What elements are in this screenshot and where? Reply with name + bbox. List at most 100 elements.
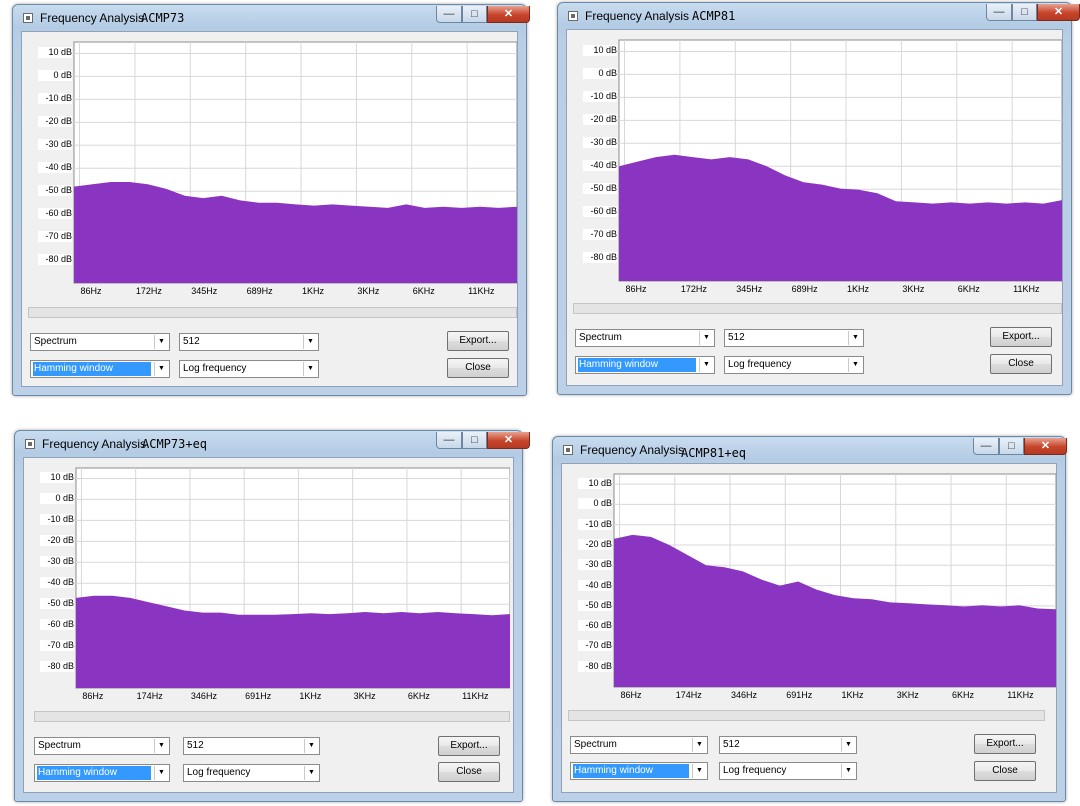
maximize-icon[interactable]: □ [1012, 4, 1037, 21]
maximize-icon[interactable]: □ [462, 432, 487, 449]
y-tick-label: 0 dB [583, 68, 617, 80]
maximize-icon[interactable]: □ [462, 6, 487, 23]
app-icon[interactable] [25, 439, 35, 449]
spectrum-plot[interactable]: 10 dB 0 dB -10 dB -20 dB -30 dB -40 dB -50 dB -… [40, 466, 510, 712]
title-bar[interactable]: Frequency Analysis ACMP81 — □ ✕ [558, 3, 1080, 29]
frequency-analysis-window: Frequency Analysis ACMP73 — □ ✕ 10 dB 0 d… [12, 4, 530, 396]
x-tick-label: 3KHz [896, 690, 919, 700]
chevron-down-icon[interactable]: ▼ [303, 362, 317, 376]
title-bar[interactable]: Frequency Analysis ACMP81+eq — □ ✕ [553, 437, 1067, 463]
export-button[interactable]: Export... [974, 734, 1036, 754]
x-tick-label: 346Hz [190, 691, 217, 701]
window-function-select[interactable]: Hamming window ▼ [570, 762, 708, 780]
size-select[interactable]: 512 ▼ [724, 329, 864, 347]
axis-select[interactable]: Log frequency ▼ [719, 762, 857, 780]
title-bar[interactable]: Frequency Analysis ACMP73+eq — □ ✕ [15, 431, 530, 457]
chevron-down-icon[interactable]: ▼ [699, 331, 713, 345]
horizontal-scrollbar[interactable] [28, 307, 517, 318]
chevron-down-icon[interactable]: ▼ [699, 358, 713, 372]
algorithm-select[interactable]: Spectrum ▼ [30, 333, 170, 351]
x-tick-label: 11KHz [462, 691, 489, 701]
horizontal-scrollbar[interactable] [568, 710, 1045, 721]
y-tick-label: -60 dB [578, 620, 612, 632]
frequency-analysis-window: Frequency Analysis ACMP81+eq — □ ✕ 10 dB… [552, 436, 1067, 802]
window-title: Frequency Analysis [42, 437, 147, 451]
close-button[interactable]: Close [990, 354, 1052, 374]
x-tick-label: 1KHz [302, 286, 325, 296]
chevron-down-icon[interactable]: ▼ [154, 766, 168, 780]
algorithm-value: Spectrum [38, 740, 81, 751]
minimize-icon[interactable]: — [973, 438, 999, 455]
spectrum-plot[interactable]: 10 dB 0 dB -10 dB -20 dB -30 dB -40 dB -50 dB -… [574, 472, 1056, 720]
app-icon[interactable] [23, 13, 33, 23]
x-tick-label: 11KHz [1007, 690, 1034, 700]
y-tick-label: -30 dB [578, 559, 612, 571]
x-tick-label: 6KHz [957, 284, 980, 294]
minimize-icon[interactable]: — [986, 4, 1012, 21]
close-window-icon[interactable]: ✕ [487, 432, 530, 449]
y-tick-label: -80 dB [38, 254, 72, 266]
y-tick-label: -10 dB [583, 91, 617, 103]
close-window-icon[interactable]: ✕ [1024, 438, 1067, 455]
close-button[interactable]: Close [974, 761, 1036, 781]
title-bar[interactable]: Frequency Analysis ACMP73 — □ ✕ [13, 5, 530, 31]
window-function-select[interactable]: Hamming window ▼ [575, 356, 715, 374]
app-icon[interactable] [568, 11, 578, 21]
minimize-icon[interactable]: — [436, 6, 462, 23]
chevron-down-icon[interactable]: ▼ [841, 738, 855, 752]
y-tick-label: -50 dB [40, 598, 74, 610]
size-select[interactable]: 512 ▼ [179, 333, 319, 351]
chevron-down-icon[interactable]: ▼ [848, 358, 862, 372]
chevron-down-icon[interactable]: ▼ [692, 738, 706, 752]
window-function-select[interactable]: Hamming window ▼ [34, 764, 170, 782]
chevron-down-icon[interactable]: ▼ [154, 739, 168, 753]
close-window-icon[interactable]: ✕ [487, 6, 530, 23]
horizontal-scrollbar[interactable] [573, 303, 1062, 314]
file-name: ACMP73+eq [142, 437, 208, 451]
y-tick-label: 10 dB [40, 472, 74, 484]
chevron-down-icon[interactable]: ▼ [848, 331, 862, 345]
y-tick-label: -60 dB [38, 208, 72, 220]
x-tick-label: 3KHz [357, 286, 380, 296]
algorithm-select[interactable]: Spectrum ▼ [570, 736, 708, 754]
close-window-icon[interactable]: ✕ [1037, 4, 1080, 21]
spectrum-plot[interactable]: 10 dB 0 dB -10 dB -20 dB -30 dB -40 dB -50 dB -… [38, 40, 517, 310]
chevron-down-icon[interactable]: ▼ [303, 335, 317, 349]
chevron-down-icon[interactable]: ▼ [304, 766, 318, 780]
axis-select[interactable]: Log frequency ▼ [724, 356, 864, 374]
algorithm-select[interactable]: Spectrum ▼ [575, 329, 715, 347]
export-button[interactable]: Export... [447, 331, 509, 351]
chevron-down-icon[interactable]: ▼ [304, 739, 318, 753]
minimize-icon[interactable]: — [436, 432, 462, 449]
chevron-down-icon[interactable]: ▼ [692, 764, 706, 778]
size-select[interactable]: 512 ▼ [719, 736, 857, 754]
chevron-down-icon[interactable]: ▼ [841, 764, 855, 778]
window-function-select[interactable]: Hamming window ▼ [30, 360, 170, 378]
y-tick-label: -40 dB [583, 160, 617, 172]
close-button[interactable]: Close [447, 358, 509, 378]
frequency-analysis-window: Frequency Analysis ACMP81 — □ ✕ 10 dB 0 d… [557, 2, 1080, 395]
horizontal-scrollbar[interactable] [34, 711, 510, 722]
axis-select[interactable]: Log frequency ▼ [179, 360, 319, 378]
y-tick-label: -20 dB [578, 539, 612, 550]
export-button[interactable]: Export... [990, 327, 1052, 347]
algorithm-select[interactable]: Spectrum ▼ [34, 737, 170, 755]
y-tick-label: -40 dB [578, 579, 612, 591]
axis-select[interactable]: Log frequency ▼ [183, 764, 320, 782]
x-tick-label: 1KHz [841, 690, 864, 700]
app-icon[interactable] [563, 445, 573, 455]
close-button[interactable]: Close [438, 762, 500, 782]
x-tick-label: 86Hz [82, 691, 104, 701]
chevron-down-icon[interactable]: ▼ [154, 362, 168, 376]
export-button[interactable]: Export... [438, 736, 500, 756]
spectrum-plot[interactable]: 10 dB 0 dB -10 dB -20 dB -30 dB -40 dB -50 dB -… [583, 38, 1062, 306]
y-tick-label: -30 dB [40, 556, 74, 568]
x-tick-label: 691Hz [786, 690, 813, 700]
window-title: Frequency Analysis [40, 11, 145, 25]
maximize-icon[interactable]: □ [999, 438, 1024, 455]
x-tick-label: 345Hz [736, 284, 763, 294]
size-select[interactable]: 512 ▼ [183, 737, 320, 755]
x-tick-label: 1KHz [847, 284, 870, 294]
y-tick-label: -50 dB [583, 183, 617, 195]
chevron-down-icon[interactable]: ▼ [154, 335, 168, 349]
